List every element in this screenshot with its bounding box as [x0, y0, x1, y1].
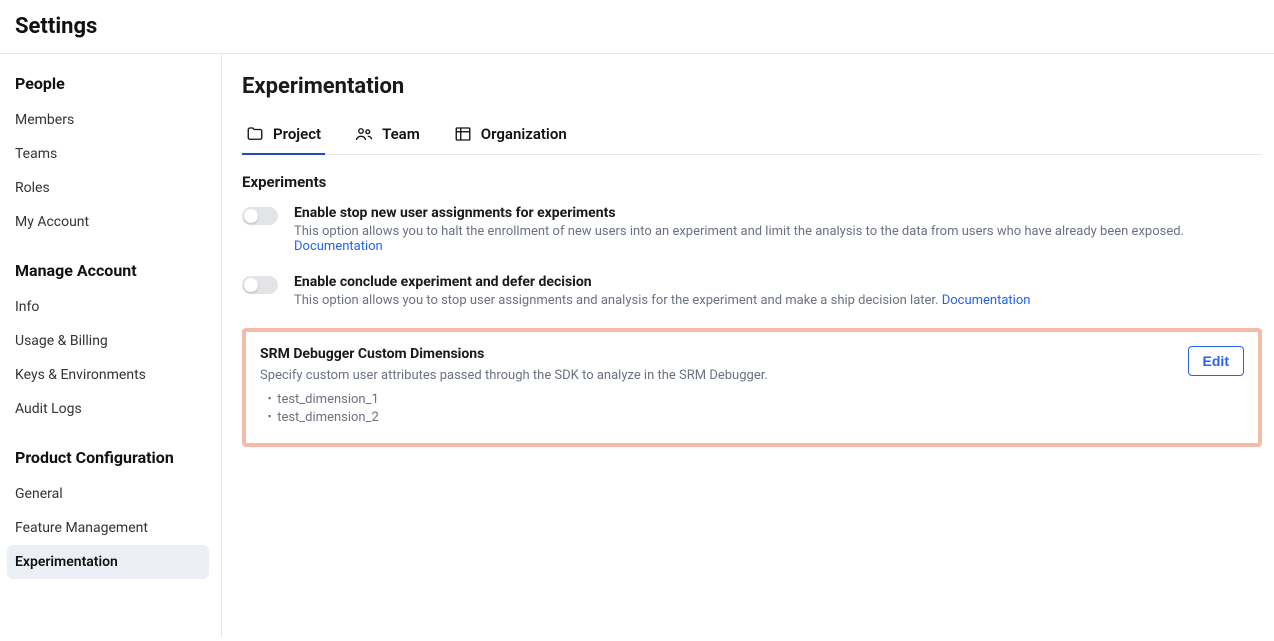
sidebar-item-feature-management[interactable]: Feature Management: [7, 511, 209, 545]
tab-team[interactable]: Team: [351, 117, 424, 155]
setting-conclude-defer-desc: This option allows you to stop user assi…: [294, 293, 1030, 308]
srm-dimensions-list: test_dimension_1 test_dimension_2: [260, 391, 768, 427]
setting-stop-assignments: Enable stop new user assignments for exp…: [242, 205, 1262, 254]
folder-icon: [246, 125, 264, 143]
tabs: Project Team Organization: [242, 117, 1262, 155]
tab-organization[interactable]: Organization: [450, 117, 571, 155]
toggle-knob: [244, 209, 258, 223]
srm-panel-header: SRM Debugger Custom Dimensions Specify c…: [260, 346, 1244, 427]
sidebar-item-audit-logs[interactable]: Audit Logs: [7, 392, 209, 426]
setting-conclude-defer: Enable conclude experiment and defer dec…: [242, 274, 1262, 308]
tab-team-label: Team: [382, 125, 420, 143]
setting-conclude-defer-title: Enable conclude experiment and defer dec…: [294, 274, 1030, 290]
sidebar-item-members[interactable]: Members: [7, 103, 209, 137]
sidebar-item-general[interactable]: General: [7, 477, 209, 511]
list-item: test_dimension_1: [268, 391, 768, 409]
main-content: Experimentation Project Team Organizatio…: [222, 54, 1274, 637]
sidebar-group-people: People: [15, 74, 209, 93]
setting-conclude-defer-text: Enable conclude experiment and defer dec…: [294, 274, 1030, 308]
sidebar-group-manage-account: Manage Account: [15, 261, 209, 280]
section-experiments-title: Experiments: [242, 173, 1262, 191]
tab-project-label: Project: [273, 125, 321, 143]
sidebar: People Members Teams Roles My Account Ma…: [0, 54, 222, 637]
sidebar-group-product-config: Product Configuration: [15, 448, 209, 467]
sidebar-item-experimentation[interactable]: Experimentation: [7, 545, 209, 579]
srm-panel-title: SRM Debugger Custom Dimensions: [260, 346, 768, 362]
setting-stop-assignments-title: Enable stop new user assignments for exp…: [294, 205, 1262, 221]
setting-stop-assignments-desc: This option allows you to halt the enrol…: [294, 224, 1262, 254]
setting-stop-assignments-text: Enable stop new user assignments for exp…: [294, 205, 1262, 254]
edit-button[interactable]: Edit: [1188, 346, 1244, 376]
tab-project[interactable]: Project: [242, 117, 325, 155]
team-icon: [355, 125, 373, 143]
sidebar-item-my-account[interactable]: My Account: [7, 205, 209, 239]
doc-link-conclude-defer[interactable]: Documentation: [942, 293, 1031, 308]
page-body: People Members Teams Roles My Account Ma…: [0, 54, 1274, 637]
main-title: Experimentation: [242, 74, 1262, 99]
toggle-stop-assignments[interactable]: [242, 207, 278, 225]
sidebar-item-teams[interactable]: Teams: [7, 137, 209, 171]
tab-organization-label: Organization: [481, 125, 567, 143]
toggle-conclude-defer[interactable]: [242, 276, 278, 294]
sidebar-item-usage-billing[interactable]: Usage & Billing: [7, 324, 209, 358]
doc-link-stop-assignments[interactable]: Documentation: [294, 239, 383, 254]
toggle-knob: [244, 278, 258, 292]
sidebar-item-info[interactable]: Info: [7, 290, 209, 324]
list-item: test_dimension_2: [268, 409, 768, 427]
page-title: Settings: [15, 14, 1259, 39]
organization-icon: [454, 125, 472, 143]
page-header: Settings: [0, 0, 1274, 54]
srm-panel-desc: Specify custom user attributes passed th…: [260, 368, 768, 383]
sidebar-item-keys-environments[interactable]: Keys & Environments: [7, 358, 209, 392]
sidebar-item-roles[interactable]: Roles: [7, 171, 209, 205]
srm-debugger-panel: SRM Debugger Custom Dimensions Specify c…: [242, 328, 1262, 447]
